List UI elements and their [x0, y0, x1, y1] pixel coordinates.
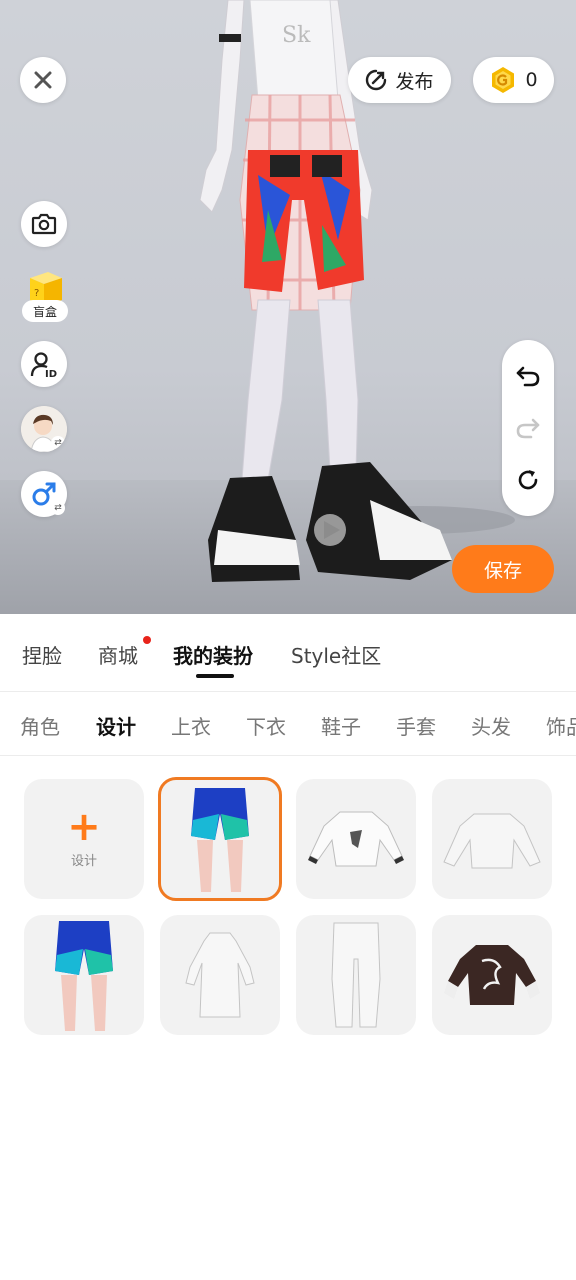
camera-button[interactable] [21, 201, 67, 247]
blindbox-label: 盲盒 [22, 300, 68, 322]
item-tile[interactable] [296, 779, 416, 899]
item-tile[interactable] [432, 915, 552, 1035]
undo-button[interactable] [502, 354, 554, 398]
item-tile[interactable] [296, 915, 416, 1035]
white-sweatshirt-icon [443, 813, 541, 869]
item-tile[interactable] [158, 777, 282, 901]
svg-text:Sk: Sk [282, 23, 311, 48]
redo-icon [516, 418, 540, 439]
undo-icon [516, 366, 540, 387]
swap-icon: ⇄ [51, 501, 65, 515]
close-icon [34, 71, 52, 89]
new-design-tile[interactable]: + 设计 [24, 779, 144, 899]
item-tile[interactable] [24, 915, 144, 1035]
category-tab-design[interactable]: 设计 [96, 711, 136, 740]
refresh-icon [518, 470, 538, 490]
close-button[interactable] [20, 57, 66, 103]
category-tab-accessories[interactable]: 饰品 [546, 711, 576, 740]
category-tab-bottoms[interactable]: 下衣 [246, 711, 286, 740]
item-tile[interactable] [160, 915, 280, 1035]
new-design-label: 设计 [70, 853, 97, 869]
white-tshirt-icon [308, 811, 404, 867]
tab-face[interactable]: 捏脸 [22, 640, 62, 669]
category-tab-gloves[interactable]: 手套 [396, 711, 436, 740]
category-tab-hair[interactable]: 头发 [471, 711, 511, 740]
category-tab-shoes[interactable]: 鞋子 [321, 711, 361, 740]
avatar-id-button[interactable]: ID [21, 341, 67, 387]
white-hoodie-icon [185, 932, 255, 1018]
redo-button[interactable] [502, 406, 554, 450]
svg-text:ID: ID [45, 369, 57, 378]
category-tab-bar: 角色 设计 上衣 下衣 鞋子 手套 头发 饰品 [0, 692, 576, 756]
history-panel [502, 340, 554, 516]
notification-dot [143, 636, 151, 644]
camera-icon [31, 213, 57, 235]
avatar-viewport[interactable]: Sk 发布 0 ? 盲盒 ID ⇄ ⇄ 保存 [0, 0, 576, 614]
blue-shorts-icon [55, 921, 113, 1031]
white-pants-icon [331, 922, 381, 1028]
category-tab-character[interactable]: 角色 [20, 711, 60, 740]
publish-icon [366, 69, 387, 91]
active-tab-indicator [196, 674, 234, 678]
swap-icon: ⇄ [51, 436, 65, 450]
coin-balance[interactable]: 0 [473, 57, 554, 103]
gender-switch-button[interactable]: ⇄ [21, 471, 67, 517]
save-button[interactable]: 保存 [452, 545, 554, 593]
switch-character-button[interactable]: ⇄ [21, 406, 67, 452]
publish-label: 发布 [395, 70, 434, 93]
coin-icon [492, 67, 515, 93]
coin-count: 0 [525, 69, 538, 91]
tab-style-community[interactable]: Style社区 [291, 640, 381, 669]
main-tab-bar: 捏脸 商城 我的装扮 Style社区 [0, 614, 576, 692]
brown-tshirt-icon [444, 945, 540, 1005]
user-id-icon: ID [30, 352, 57, 378]
plus-icon: + [67, 803, 101, 850]
reset-button[interactable] [502, 458, 554, 502]
svg-text:?: ? [34, 288, 39, 299]
blue-shorts-icon [191, 788, 249, 892]
category-tab-tops[interactable]: 上衣 [171, 711, 211, 740]
tab-shop[interactable]: 商城 [98, 640, 138, 669]
item-tile[interactable] [432, 779, 552, 899]
tab-my-outfits[interactable]: 我的装扮 [173, 640, 253, 669]
publish-button[interactable]: 发布 [348, 57, 451, 103]
